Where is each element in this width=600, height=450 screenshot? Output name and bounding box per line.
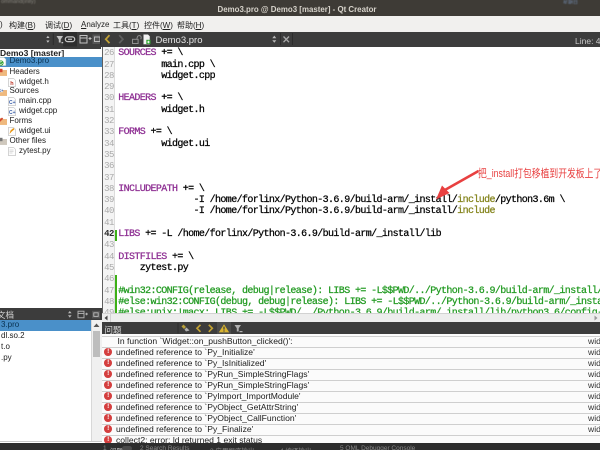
svg-text:C+: C+ (9, 100, 16, 106)
svg-text:C+: C+ (0, 88, 4, 92)
